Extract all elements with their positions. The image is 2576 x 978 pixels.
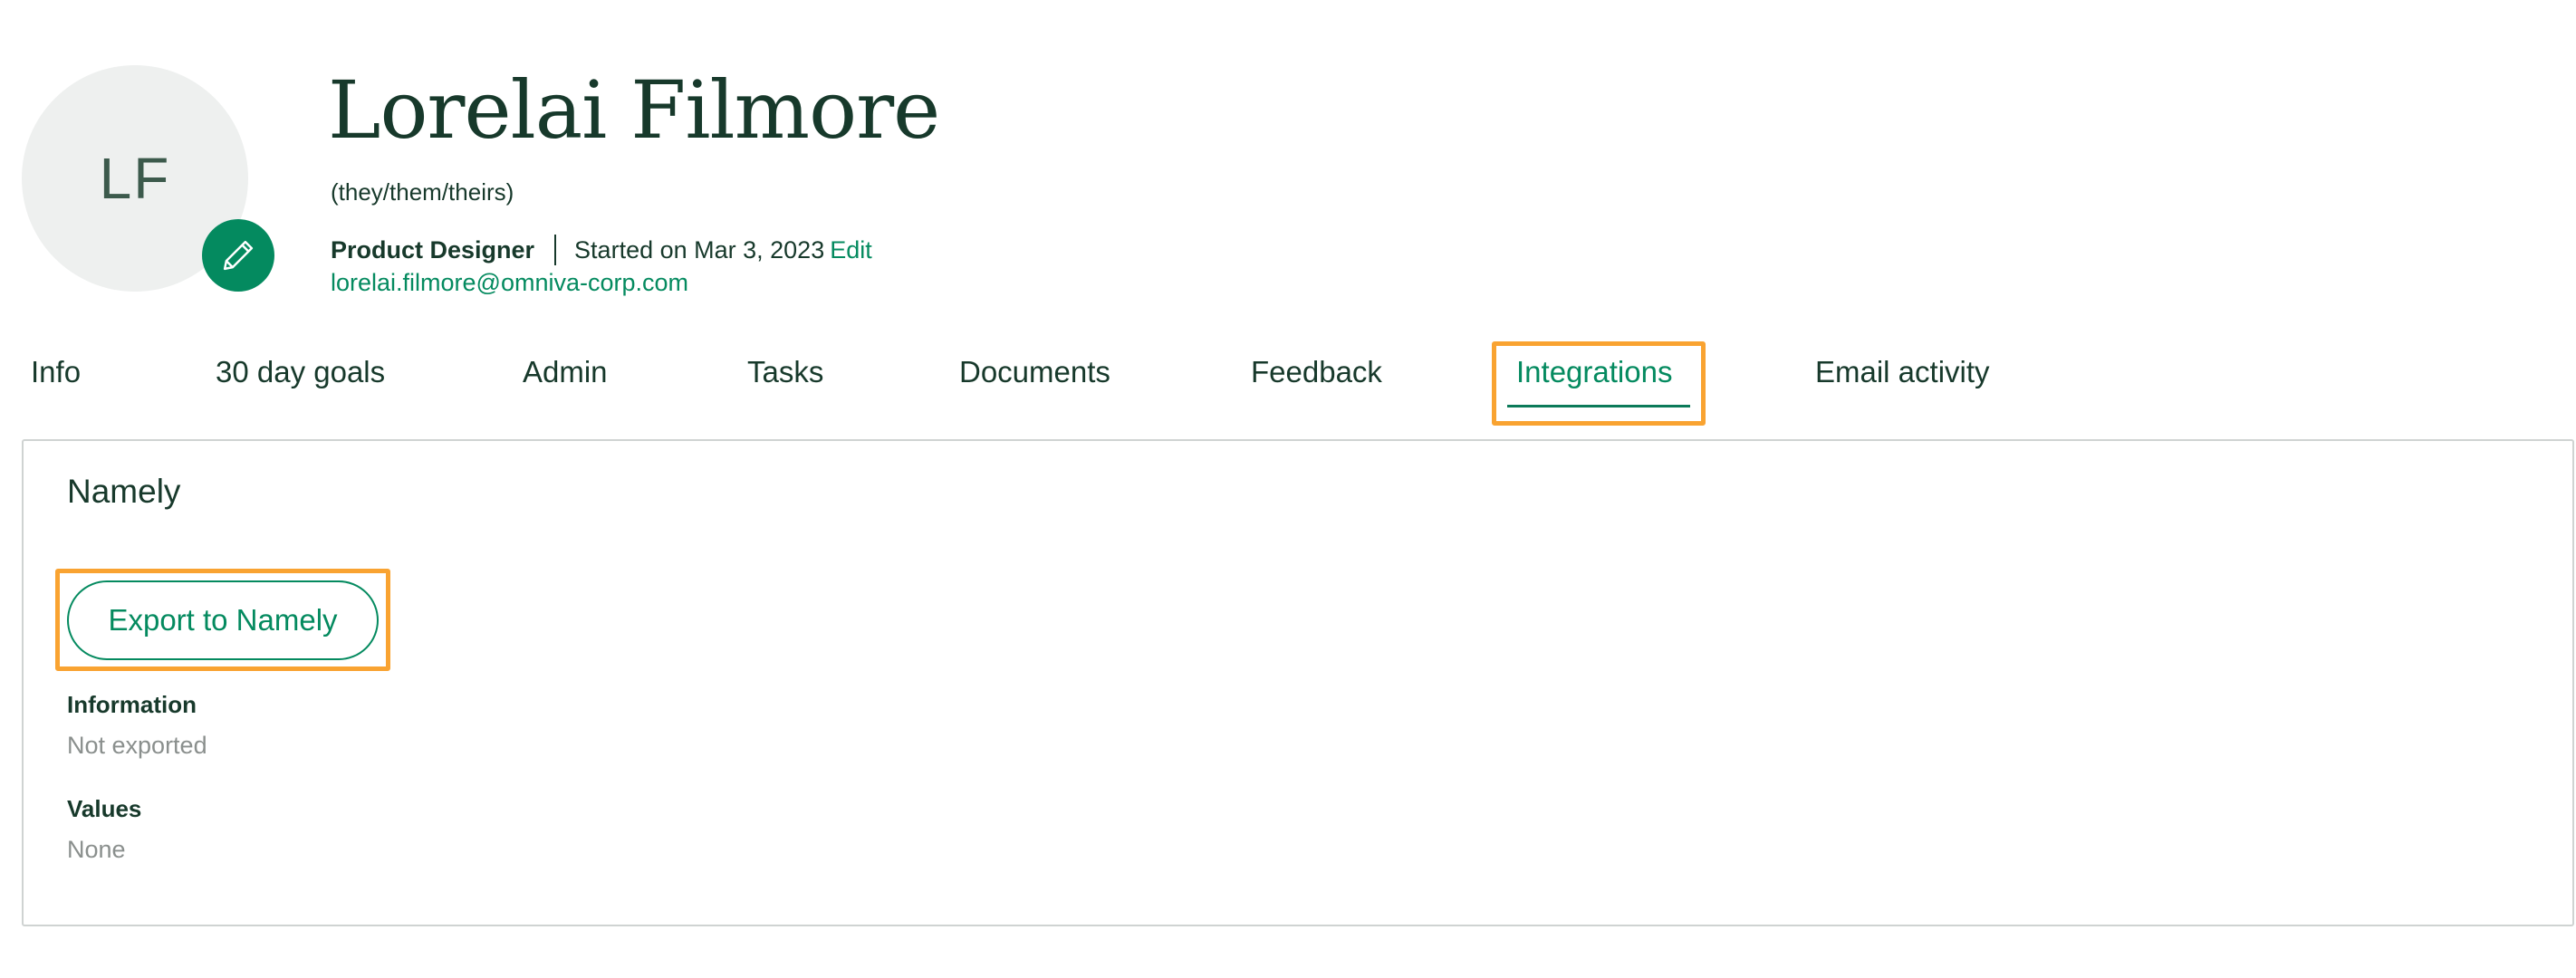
tab-admin[interactable]: Admin	[523, 355, 608, 389]
highlight-box-export-button	[55, 569, 390, 671]
values-value: None	[67, 836, 126, 863]
namely-integration-card	[22, 439, 2574, 926]
tab-tasks[interactable]: Tasks	[747, 355, 823, 389]
divider	[554, 235, 557, 265]
edit-avatar-button[interactable]	[202, 219, 274, 292]
information-value: Not exported	[67, 732, 207, 759]
pronouns: (they/them/theirs)	[331, 178, 514, 206]
email-link[interactable]: lorelai.filmore@omniva-corp.com	[331, 269, 688, 297]
highlight-box-integrations-tab	[1492, 341, 1706, 426]
edit-start-date-link[interactable]: Edit	[830, 236, 872, 264]
job-title: Product Designer	[331, 235, 535, 264]
integration-title: Namely	[67, 473, 181, 510]
pencil-icon	[223, 240, 254, 271]
information-label: Information	[67, 691, 197, 718]
avatar-initials: LF	[99, 146, 171, 211]
tab-30-day-goals[interactable]: 30 day goals	[216, 355, 385, 389]
tab-documents[interactable]: Documents	[959, 355, 1110, 389]
job-meta-row: Product Designer Started on Mar 3, 2023 …	[331, 235, 872, 265]
tab-feedback[interactable]: Feedback	[1251, 355, 1382, 389]
start-date: Started on Mar 3, 2023	[574, 235, 825, 264]
values-label: Values	[67, 795, 142, 822]
tab-info[interactable]: Info	[31, 355, 81, 389]
tab-email-activity[interactable]: Email activity	[1815, 355, 1990, 389]
employee-name: Lorelai Filmore	[328, 63, 940, 157]
